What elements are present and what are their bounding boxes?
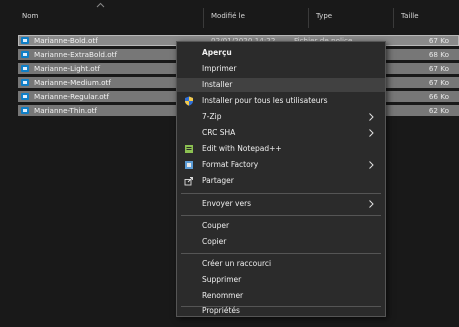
column-name[interactable]: Nom	[22, 12, 38, 20]
menu-item-notepad[interactable]: Edit with Notepad++	[177, 142, 385, 156]
context-menu: Aperçu Imprimer Installer Installer pour…	[176, 41, 386, 317]
file-name: Marianne-Light.otf	[34, 64, 101, 73]
menu-separator	[181, 215, 381, 216]
menu-item-create-shortcut[interactable]: Créer un raccourci	[177, 257, 385, 271]
file-name: Marianne-Regular.otf	[34, 92, 110, 101]
menu-item-label: Format Factory	[202, 160, 259, 169]
menu-separator	[181, 193, 381, 194]
menu-item-crc-sha[interactable]: CRC SHA	[177, 126, 385, 140]
menu-item-label: Partager	[202, 176, 234, 185]
font-file-icon	[21, 107, 29, 114]
column-type[interactable]: Type	[316, 12, 332, 20]
font-file-icon	[21, 51, 29, 58]
file-name: Marianne-Thin.otf	[34, 106, 97, 115]
column-divider[interactable]	[393, 8, 394, 28]
column-modified[interactable]: Modifié le	[211, 12, 245, 20]
chevron-right-icon	[369, 129, 374, 137]
column-divider[interactable]	[308, 8, 309, 28]
menu-item-label: 7-Zip	[202, 112, 222, 121]
menu-item-label: Propriétés	[202, 306, 240, 315]
chevron-right-icon	[369, 200, 374, 208]
file-size: 67 Ko	[428, 78, 449, 87]
menu-item-label: Renommer	[202, 291, 244, 300]
column-header: Nom Modifié le Type Taille	[0, 2, 459, 28]
share-icon	[184, 177, 193, 186]
menu-item-delete[interactable]: Supprimer	[177, 273, 385, 287]
menu-item-install[interactable]: Installer	[177, 78, 385, 92]
file-explorer-window: Nom Modifié le Type Taille Marianne-Bold…	[0, 0, 459, 327]
menu-item-install-all-users[interactable]: Installer pour tous les utilisateurs	[177, 94, 385, 108]
menu-item-label: Installer	[202, 80, 233, 89]
uac-shield-icon	[185, 96, 193, 106]
menu-item-label: Créer un raccourci	[202, 259, 272, 268]
menu-item-rename[interactable]: Renommer	[177, 289, 385, 303]
file-name: Marianne-Bold.otf	[34, 36, 98, 45]
menu-item-print[interactable]: Imprimer	[177, 62, 385, 76]
notepad-plus-plus-icon	[185, 145, 193, 153]
file-size: 66 Ko	[428, 92, 449, 101]
font-file-icon	[21, 93, 29, 100]
file-name: Marianne-Medium.otf	[34, 78, 111, 87]
menu-item-label: Aperçu	[202, 48, 232, 57]
file-size: 62 Ko	[428, 106, 449, 115]
menu-item-label: Installer pour tous les utilisateurs	[202, 96, 328, 105]
menu-item-copy[interactable]: Copier	[177, 235, 385, 249]
file-size: 67 Ko	[428, 36, 449, 45]
column-size[interactable]: Taille	[401, 12, 419, 20]
menu-item-7zip[interactable]: 7-Zip	[177, 110, 385, 124]
file-name: Marianne-ExtraBold.otf	[34, 50, 117, 59]
menu-item-cut[interactable]: Couper	[177, 219, 385, 233]
menu-item-label: Supprimer	[202, 275, 242, 284]
menu-item-label: CRC SHA	[202, 128, 236, 137]
font-file-icon	[21, 37, 29, 44]
font-file-icon	[21, 79, 29, 86]
font-file-icon	[21, 65, 29, 72]
menu-item-properties[interactable]: Propriétés	[177, 304, 385, 318]
file-size: 67 Ko	[428, 64, 449, 73]
menu-item-format-factory[interactable]: Format Factory	[177, 158, 385, 172]
menu-item-label: Couper	[202, 221, 230, 230]
chevron-right-icon	[369, 113, 374, 121]
menu-separator	[181, 253, 381, 254]
column-divider[interactable]	[203, 8, 204, 28]
sort-chevron-up-icon	[96, 2, 105, 8]
menu-item-preview[interactable]: Aperçu	[177, 46, 385, 60]
chevron-right-icon	[369, 161, 374, 169]
menu-item-label: Imprimer	[202, 64, 237, 73]
menu-item-label: Envoyer vers	[202, 199, 252, 208]
file-size: 68 Ko	[428, 50, 449, 59]
menu-item-send-to[interactable]: Envoyer vers	[177, 197, 385, 211]
menu-item-label: Edit with Notepad++	[202, 144, 282, 153]
format-factory-icon	[185, 161, 193, 169]
menu-item-label: Copier	[202, 237, 227, 246]
menu-item-share[interactable]: Partager	[177, 174, 385, 188]
